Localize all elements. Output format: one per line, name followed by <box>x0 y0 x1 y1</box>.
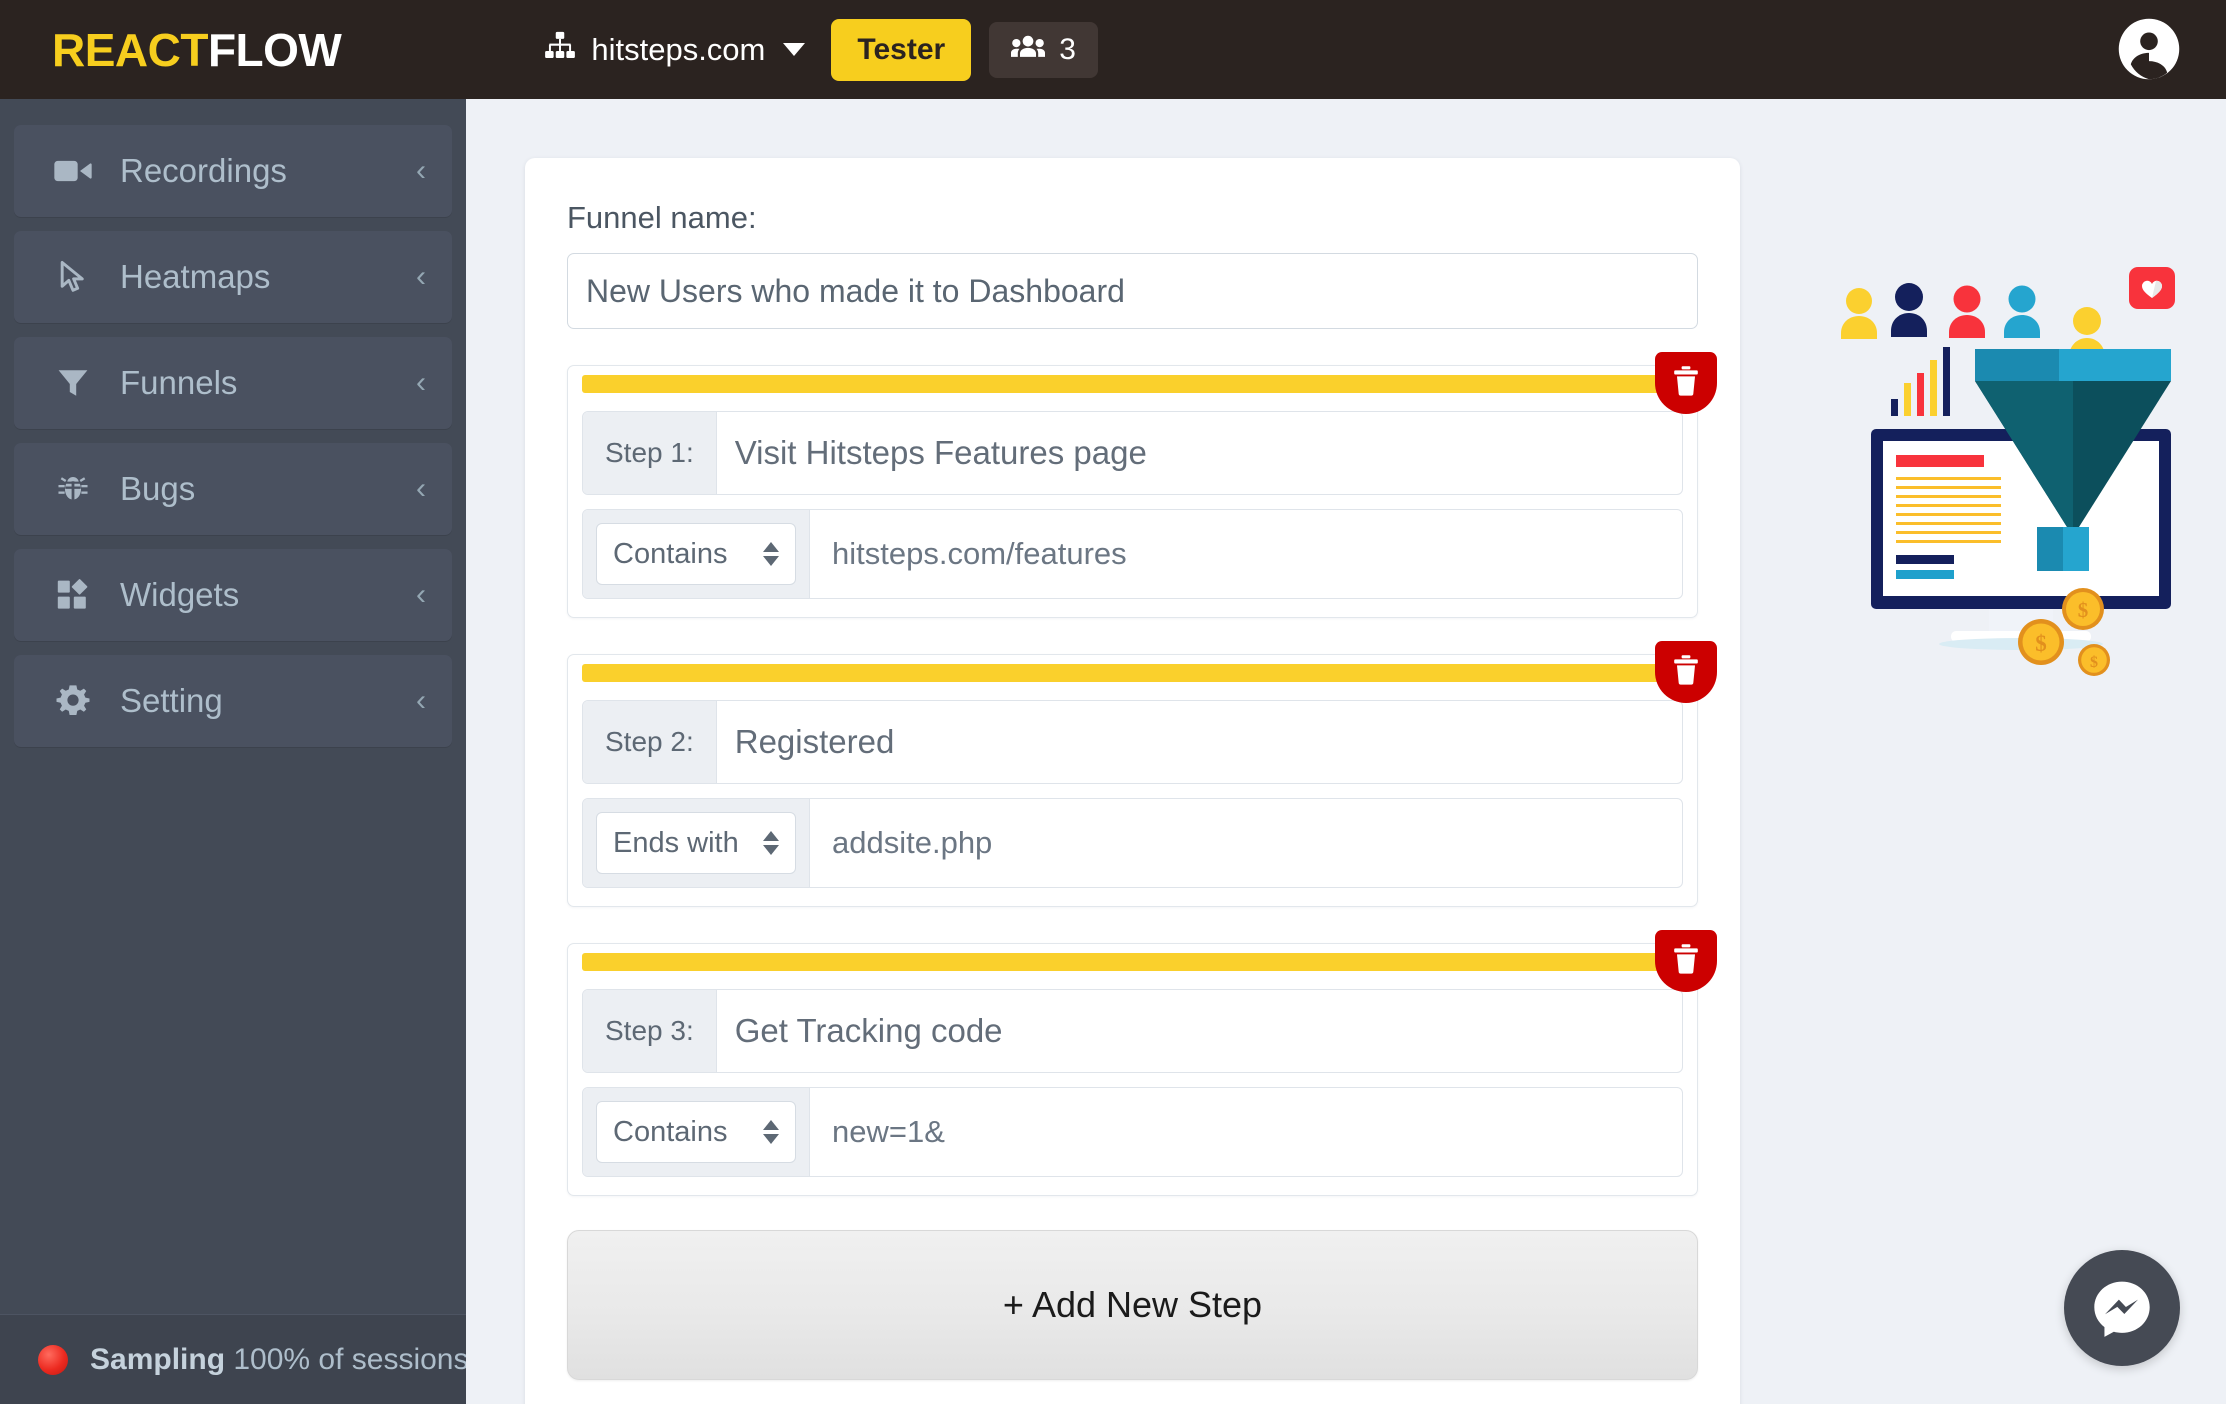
match-type-wrapper: Contains <box>583 510 810 598</box>
messenger-chat-button[interactable] <box>2064 1250 2180 1366</box>
step-number-label: Step 1: <box>583 412 717 494</box>
widgets-icon <box>52 579 94 611</box>
tester-button[interactable]: Tester <box>831 18 972 81</box>
match-type-label: Contains <box>613 1115 728 1148</box>
svg-text:$: $ <box>2090 654 2098 671</box>
step-accent-stripe <box>582 953 1683 971</box>
delete-step-button[interactable] <box>1655 641 1717 703</box>
sampling-status-label: Sampling 100% of sessions. <box>90 1343 477 1377</box>
trash-icon <box>1674 366 1698 396</box>
members-count-label: 3 <box>1059 32 1076 66</box>
app-logo[interactable]: REACTFLOW <box>52 23 342 77</box>
chevron-left-icon: ‹ <box>416 578 426 611</box>
video-camera-icon <box>52 157 94 185</box>
match-type-wrapper: Ends with <box>583 799 810 887</box>
chevron-left-icon: ‹ <box>416 684 426 717</box>
gear-icon <box>52 684 94 718</box>
match-type-select[interactable]: Contains <box>596 523 796 585</box>
select-spinner-icon <box>763 1120 779 1144</box>
step-number-label: Step 3: <box>583 990 717 1072</box>
sales-funnel-illustration: $ $ $ <box>1831 259 2211 689</box>
funnel-icon <box>52 367 94 399</box>
delete-step-button[interactable] <box>1655 352 1717 414</box>
sidebar-item-label: Widgets <box>120 576 240 613</box>
chevron-left-icon: ‹ <box>416 154 426 187</box>
step-match-row: Ends with <box>582 798 1683 888</box>
members-button[interactable]: 3 <box>989 21 1098 78</box>
sidebar-item-label: Heatmaps <box>120 258 271 295</box>
step-match-row: Contains <box>582 1087 1683 1177</box>
sampling-rest-label: 100% of sessions. <box>225 1342 477 1376</box>
funnel-name-label: Funnel name: <box>567 200 757 235</box>
step-number-label: Step 2: <box>583 701 717 783</box>
main-content-area: Funnel name: Step 1: Contains <box>466 99 2226 1404</box>
users-icon <box>1011 33 1046 67</box>
left-sidebar: Recordings ‹ Heatmaps ‹ Funnels ‹ Bugs ‹… <box>0 99 477 1404</box>
step-name-input[interactable] <box>716 701 1682 783</box>
sidebar-item-setting[interactable]: Setting ‹ <box>14 655 452 747</box>
sitemap-icon <box>543 29 577 71</box>
sidebar-item-label: Bugs <box>120 470 196 507</box>
step-match-row: Contains <box>582 509 1683 599</box>
sidebar-item-recordings[interactable]: Recordings ‹ <box>14 125 452 217</box>
sidebar-item-label: Funnels <box>120 364 238 401</box>
sidebar-item-heatmaps[interactable]: Heatmaps ‹ <box>14 231 452 323</box>
sidebar-item-label: Recordings <box>120 152 287 189</box>
user-avatar-button[interactable] <box>2116 16 2182 82</box>
select-spinner-icon <box>763 542 779 566</box>
step-name-input[interactable] <box>716 412 1682 494</box>
logo-react-text: REACT <box>52 23 208 76</box>
sampling-strong-label: Sampling <box>90 1342 226 1376</box>
top-header-bar: REACTFLOW hitsteps.com Tester 3 <box>0 0 2226 99</box>
sidebar-item-widgets[interactable]: Widgets ‹ <box>14 549 452 641</box>
trash-icon <box>1674 655 1698 685</box>
step-name-input[interactable] <box>716 990 1682 1072</box>
add-new-step-button[interactable]: + Add New Step <box>567 1230 1698 1380</box>
cursor-arrow-icon <box>52 260 94 294</box>
trash-icon <box>1674 944 1698 974</box>
recording-dot-icon <box>38 1344 68 1375</box>
delete-step-button[interactable] <box>1655 930 1717 992</box>
match-type-label: Ends with <box>613 826 739 859</box>
svg-text:$: $ <box>2035 631 2047 656</box>
chevron-left-icon: ‹ <box>416 472 426 505</box>
chevron-left-icon: ‹ <box>416 260 426 293</box>
match-value-input[interactable] <box>810 1088 1682 1176</box>
funnel-step-card: Step 3: Contains <box>567 930 1717 1196</box>
funnel-step-card: Step 1: Contains <box>567 352 1717 618</box>
logo-flow-text: FLOW <box>207 23 342 76</box>
site-name-label: hitsteps.com <box>591 31 766 67</box>
funnel-editor-card: Funnel name: Step 1: Contains <box>525 158 1740 1404</box>
site-selector-dropdown[interactable]: hitsteps.com <box>543 29 806 71</box>
select-spinner-icon <box>763 831 779 855</box>
step-accent-stripe <box>582 375 1683 393</box>
match-type-label: Contains <box>613 537 728 570</box>
step-name-row: Step 2: <box>582 700 1683 784</box>
sampling-status-bar: Sampling 100% of sessions. <box>0 1314 477 1404</box>
match-type-select[interactable]: Contains <box>596 1101 796 1163</box>
user-circle-icon <box>2118 18 2180 80</box>
svg-text:$: $ <box>2078 598 2089 622</box>
funnel-step-card: Step 2: Ends with <box>567 641 1717 907</box>
funnel-name-input[interactable] <box>567 253 1698 329</box>
sidebar-item-funnels[interactable]: Funnels ‹ <box>14 337 452 429</box>
chevron-left-icon: ‹ <box>416 366 426 399</box>
match-type-select[interactable]: Ends with <box>596 812 796 874</box>
match-value-input[interactable] <box>810 510 1682 598</box>
step-name-row: Step 1: <box>582 411 1683 495</box>
bug-icon <box>52 472 94 506</box>
match-type-wrapper: Contains <box>583 1088 810 1176</box>
sidebar-item-bugs[interactable]: Bugs ‹ <box>14 443 452 535</box>
step-name-row: Step 3: <box>582 989 1683 1073</box>
chevron-down-icon <box>783 43 806 56</box>
match-value-input[interactable] <box>810 799 1682 887</box>
step-accent-stripe <box>582 664 1683 682</box>
sidebar-item-label: Setting <box>120 682 223 719</box>
messenger-icon <box>2094 1281 2150 1337</box>
